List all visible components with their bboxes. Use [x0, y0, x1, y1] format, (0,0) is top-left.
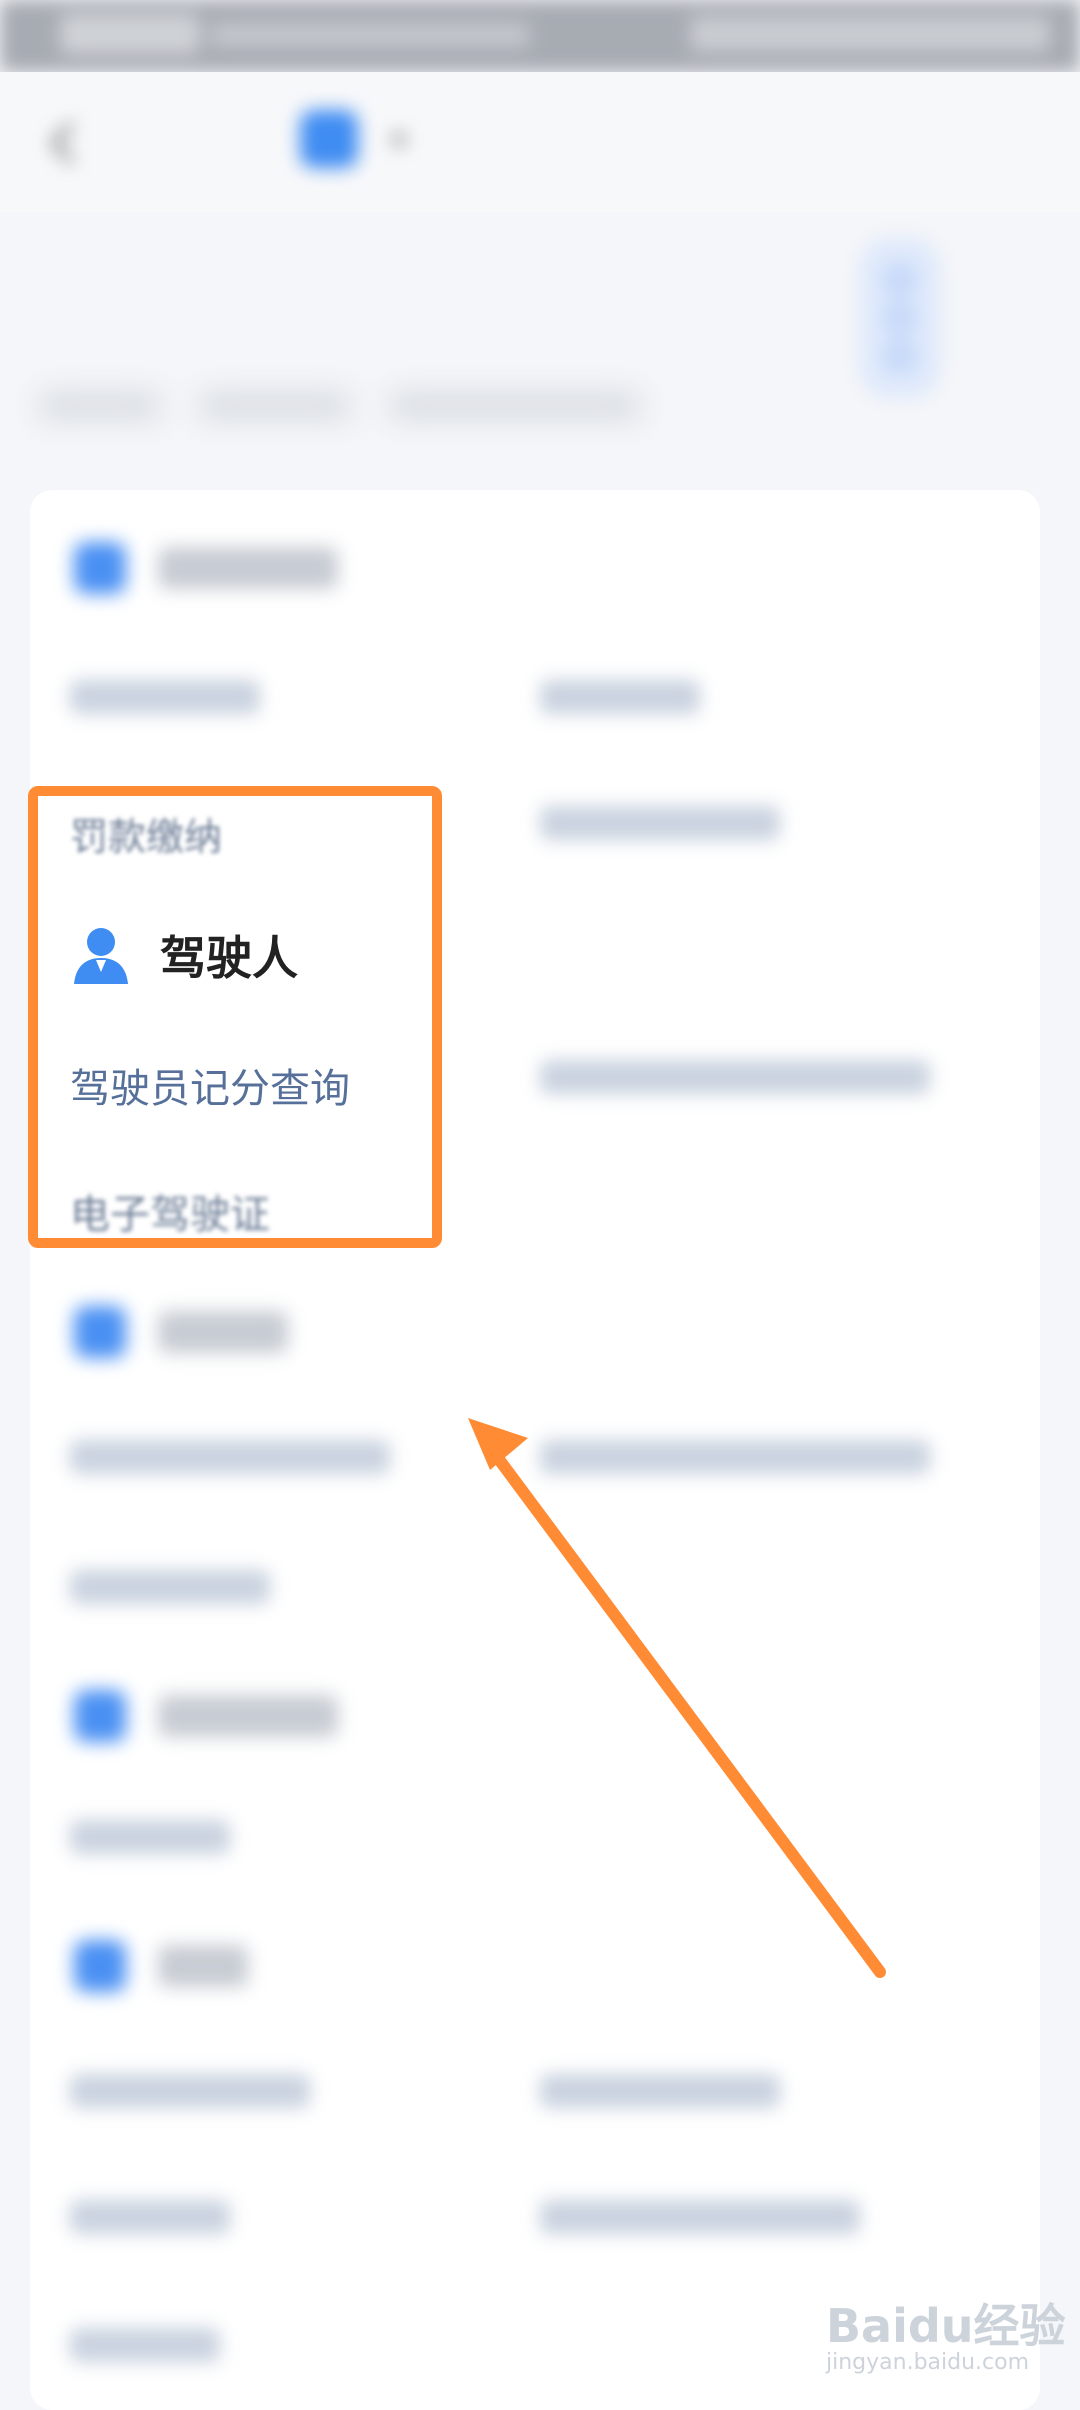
section-violation-head [74, 542, 338, 594]
app-switcher[interactable]: ▾ [300, 110, 406, 168]
grid-icon [74, 1940, 126, 1992]
link-other-5[interactable] [70, 2328, 220, 2362]
link-study-1[interactable] [70, 1820, 230, 1854]
hero-illustration-icon [860, 238, 940, 398]
status-bar [0, 0, 1080, 72]
link-violation-other[interactable] [540, 806, 780, 840]
link-other-4[interactable] [540, 2200, 860, 2234]
vehicle-icon [74, 1306, 126, 1358]
section-study-title [158, 1695, 338, 1737]
section-other-title [158, 1945, 248, 1987]
baidu-jingyan-watermark: Baidu经验 [826, 2299, 1066, 2353]
chevron-down-icon: ▾ [392, 122, 407, 156]
link-violation-handle[interactable] [540, 680, 700, 714]
status-notifications [210, 22, 530, 48]
section-violation-title [158, 547, 338, 589]
highlight-box [28, 786, 442, 1248]
app-logo-icon [300, 110, 358, 168]
link-other-1[interactable] [70, 2074, 310, 2108]
header-tag [200, 392, 350, 420]
link-vehicle-3[interactable] [70, 1570, 270, 1604]
header-tag [40, 392, 160, 420]
section-study-head [74, 1690, 338, 1742]
status-icons [690, 16, 1050, 52]
section-vehicle-head [74, 1306, 288, 1358]
watermark-url: jingyan.baidu.com [826, 2350, 1030, 2375]
link-vehicle-1[interactable] [70, 1440, 390, 1474]
back-arrow-icon[interactable] [40, 118, 90, 168]
link-other-3[interactable] [70, 2200, 230, 2234]
link-vehicle-2[interactable] [540, 1440, 930, 1474]
folder-icon [74, 1690, 126, 1742]
status-time [60, 14, 200, 54]
link-violation-record[interactable] [70, 680, 260, 714]
header-tags [40, 392, 640, 420]
link-other-2[interactable] [540, 2074, 780, 2108]
section-other-head [74, 1940, 248, 1992]
violation-icon [74, 542, 126, 594]
header-tag [390, 392, 640, 420]
section-vehicle-title [158, 1311, 288, 1353]
link-driver-12123[interactable] [540, 1060, 930, 1094]
top-bar: ▾ [0, 72, 1080, 212]
